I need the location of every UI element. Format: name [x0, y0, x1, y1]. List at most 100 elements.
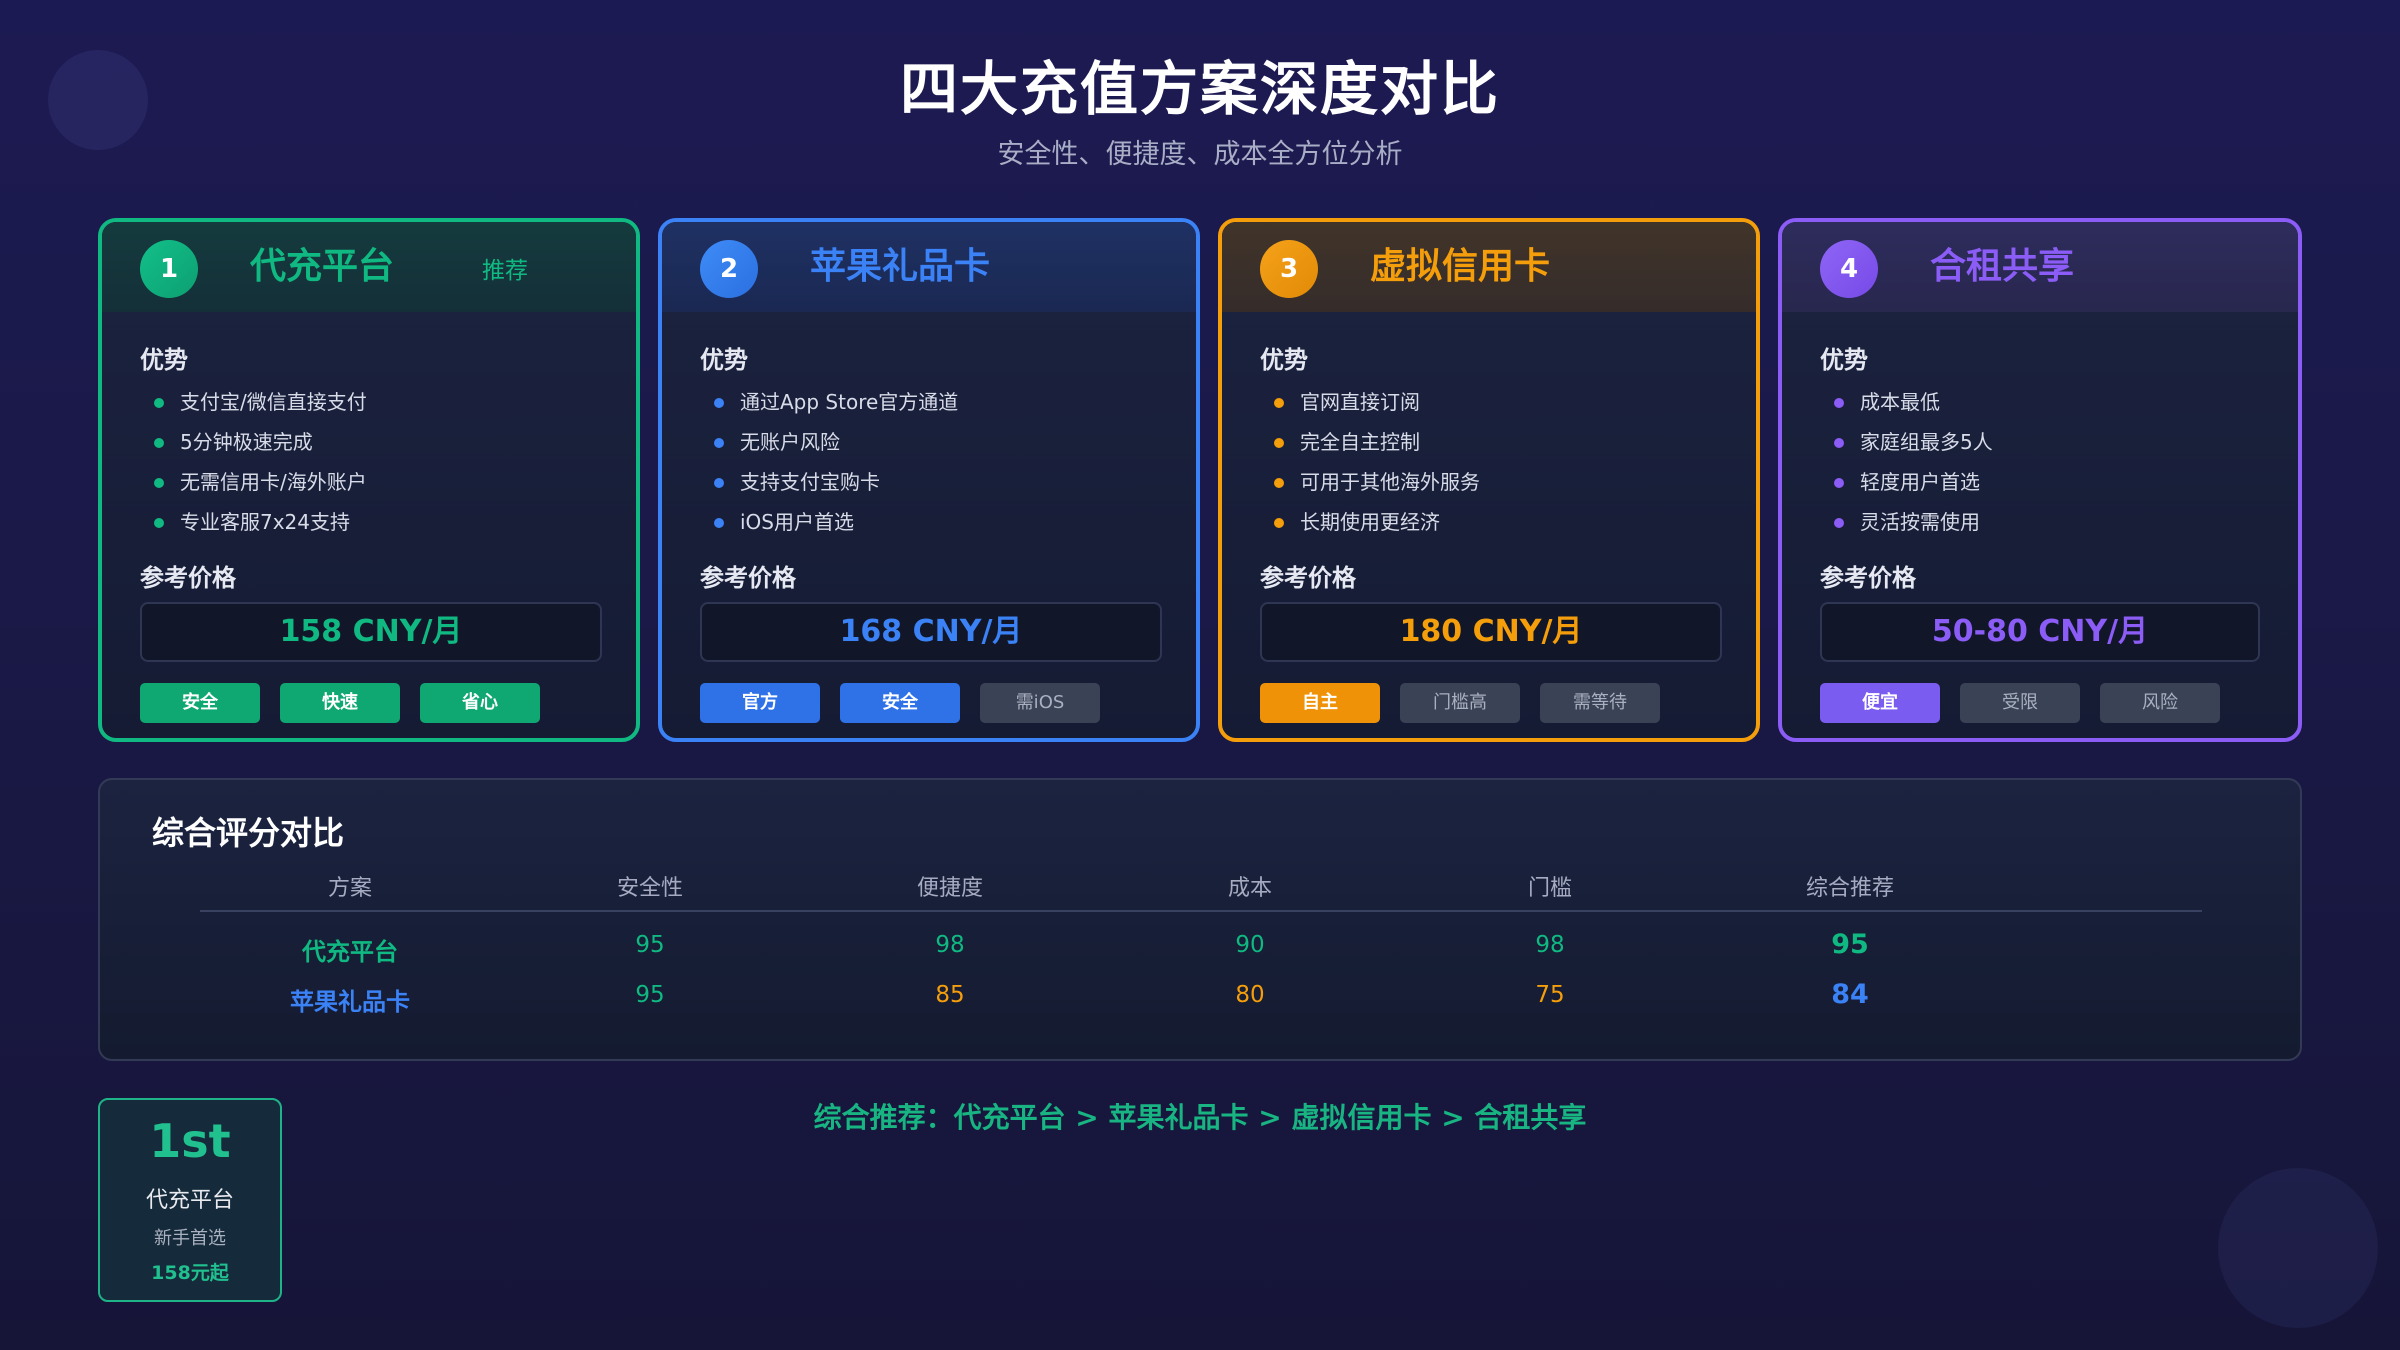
page-title: 四大充值方案深度对比	[899, 55, 1500, 123]
overall-score: 84	[1831, 979, 1869, 1010]
card-number-badge: 1	[140, 240, 198, 298]
bullet-dot-icon	[154, 438, 164, 448]
price-value: 158 CNY/月	[140, 602, 602, 662]
security-score: 95	[635, 932, 665, 958]
column-header-overall: 综合推荐	[1805, 876, 1894, 901]
advantage-item: 5分钟极速完成	[154, 427, 367, 467]
score-comparison-panel: 综合评分对比 方案 安全性 便捷度 成本 门槛 综合推荐 代充平台 95 98 …	[98, 778, 2302, 1061]
plan-card-shared[interactable]: 4 合租共享 优势 成本最低 家庭组最多5人 轻度用户首选 灵活按需使用 参考价…	[1778, 218, 2302, 742]
table-row: 苹果礼品卡 95 85 80 75 84	[200, 970, 2202, 1020]
card-title: 合租共享	[1930, 246, 2075, 287]
bullet-dot-icon	[1274, 478, 1284, 488]
advantage-item: 官网直接订阅	[1274, 387, 1480, 427]
bullet-dot-icon	[1274, 438, 1284, 448]
convenience-score: 98	[935, 932, 965, 958]
rank-plan-name: 代充平台	[145, 1188, 234, 1213]
recommendation-text: 综合推荐：代充平台 > 苹果礼品卡 > 虚拟信用卡 > 合租共享	[813, 1101, 1587, 1134]
advantages-label: 优势	[140, 346, 188, 374]
rank-note: 新手首选	[154, 1228, 226, 1249]
rank-label: 1st	[149, 1114, 231, 1168]
plan-card-apple-gift[interactable]: 2 苹果礼品卡 优势 通过App Store官方通道 无账户风险 支持支付宝购卡…	[658, 218, 1200, 742]
advantages-label: 优势	[1820, 346, 1868, 374]
bullet-dot-icon	[1834, 398, 1844, 408]
bullet-dot-icon	[154, 398, 164, 408]
advantage-item: 家庭组最多5人	[1834, 427, 1993, 467]
score-table: 方案 安全性 便捷度 成本 门槛 综合推荐 代充平台 95 98 90 98 9…	[200, 864, 2202, 1020]
cost-score: 90	[1235, 932, 1265, 958]
bullet-dot-icon	[714, 398, 724, 408]
column-header-security: 安全性	[616, 876, 683, 901]
chip-fast: 快速	[280, 683, 400, 723]
advantage-item: 灵活按需使用	[1834, 507, 1993, 547]
column-header-barrier: 门槛	[1527, 876, 1572, 901]
card-title: 代充平台	[250, 246, 395, 287]
advantage-item: 完全自主控制	[1274, 427, 1480, 467]
chip-safe: 安全	[840, 683, 960, 723]
bullet-dot-icon	[714, 478, 724, 488]
chip-safe: 安全	[140, 683, 260, 723]
card-header: 2 苹果礼品卡	[662, 222, 1196, 312]
advantage-item: 无需信用卡/海外账户	[154, 467, 367, 507]
card-header: 3 虚拟信用卡	[1222, 222, 1756, 312]
advantage-item: 长期使用更经济	[1274, 507, 1480, 547]
advantage-item: iOS用户首选	[714, 507, 958, 547]
page-subtitle: 安全性、便捷度、成本全方位分析	[997, 139, 1403, 170]
column-header-cost: 成本	[1227, 876, 1272, 901]
table-header-row: 方案 安全性 便捷度 成本 门槛 综合推荐	[200, 864, 2202, 912]
card-header: 1 代充平台 推荐	[102, 222, 636, 312]
plan-card-daichong[interactable]: 1 代充平台 推荐 优势 支付宝/微信直接支付 5分钟极速完成 无需信用卡/海外…	[98, 218, 640, 742]
plan-cards: 1 代充平台 推荐 优势 支付宝/微信直接支付 5分钟极速完成 无需信用卡/海外…	[98, 218, 2302, 742]
rank-price: 158元起	[151, 1262, 229, 1284]
advantage-item: 通过App Store官方通道	[714, 387, 958, 427]
chip-wait: 需等待	[1540, 683, 1660, 723]
card-title: 苹果礼品卡	[810, 246, 991, 287]
advantage-item: 可用于其他海外服务	[1274, 467, 1480, 507]
bullet-dot-icon	[1274, 518, 1284, 528]
bullet-dot-icon	[714, 518, 724, 528]
price-value: 168 CNY/月	[700, 602, 1162, 662]
advantage-item: 支付宝/微信直接支付	[154, 387, 367, 427]
bullet-dot-icon	[1834, 478, 1844, 488]
decor-circle-bottom-right	[2218, 1168, 2378, 1328]
barrier-score: 98	[1535, 932, 1565, 958]
price-label: 参考价格	[140, 564, 236, 592]
recommended-tag: 推荐	[482, 258, 528, 284]
advantages-list: 支付宝/微信直接支付 5分钟极速完成 无需信用卡/海外账户 专业客服7x24支持	[154, 387, 367, 547]
price-value: 50-80 CNY/月	[1820, 602, 2260, 662]
advantages-list: 成本最低 家庭组最多5人 轻度用户首选 灵活按需使用	[1834, 387, 1993, 547]
price-label: 参考价格	[700, 564, 796, 592]
price-value: 180 CNY/月	[1260, 602, 1722, 662]
card-header: 4 合租共享	[1782, 222, 2298, 312]
bullet-dot-icon	[714, 438, 724, 448]
row-plan-name: 苹果礼品卡	[290, 988, 410, 1016]
advantage-item: 无账户风险	[714, 427, 958, 467]
barrier-score: 75	[1535, 982, 1565, 1008]
advantages-label: 优势	[700, 346, 748, 374]
card-number-badge: 2	[700, 240, 758, 298]
price-label: 参考价格	[1820, 564, 1916, 592]
chip-official: 官方	[700, 683, 820, 723]
row-plan-name: 代充平台	[302, 938, 398, 966]
overall-score: 95	[1831, 929, 1869, 960]
score-title: 综合评分对比	[152, 814, 345, 852]
chip-cheap: 便宜	[1820, 683, 1940, 723]
chip-high-barrier: 门槛高	[1400, 683, 1520, 723]
card-title: 虚拟信用卡	[1370, 246, 1551, 287]
advantage-item: 轻度用户首选	[1834, 467, 1993, 507]
advantages-list: 通过App Store官方通道 无账户风险 支持支付宝购卡 iOS用户首选	[714, 387, 958, 547]
chip-risk: 风险	[2100, 683, 2220, 723]
price-label: 参考价格	[1260, 564, 1356, 592]
advantage-item: 支持支付宝购卡	[714, 467, 958, 507]
bullet-dot-icon	[1274, 398, 1284, 408]
chip-needs-ios: 需iOS	[980, 683, 1100, 723]
card-number-badge: 4	[1820, 240, 1878, 298]
column-header-plan: 方案	[327, 876, 372, 901]
plan-card-virtual-card[interactable]: 3 虚拟信用卡 优势 官网直接订阅 完全自主控制 可用于其他海外服务 长期使用更…	[1218, 218, 1760, 742]
advantages-label: 优势	[1260, 346, 1308, 374]
security-score: 95	[635, 982, 665, 1008]
advantage-item: 专业客服7x24支持	[154, 507, 367, 547]
cost-score: 80	[1235, 982, 1265, 1008]
column-header-convenience: 便捷度	[916, 876, 983, 901]
advantages-list: 官网直接订阅 完全自主控制 可用于其他海外服务 长期使用更经济	[1274, 387, 1480, 547]
bullet-dot-icon	[1834, 518, 1844, 528]
